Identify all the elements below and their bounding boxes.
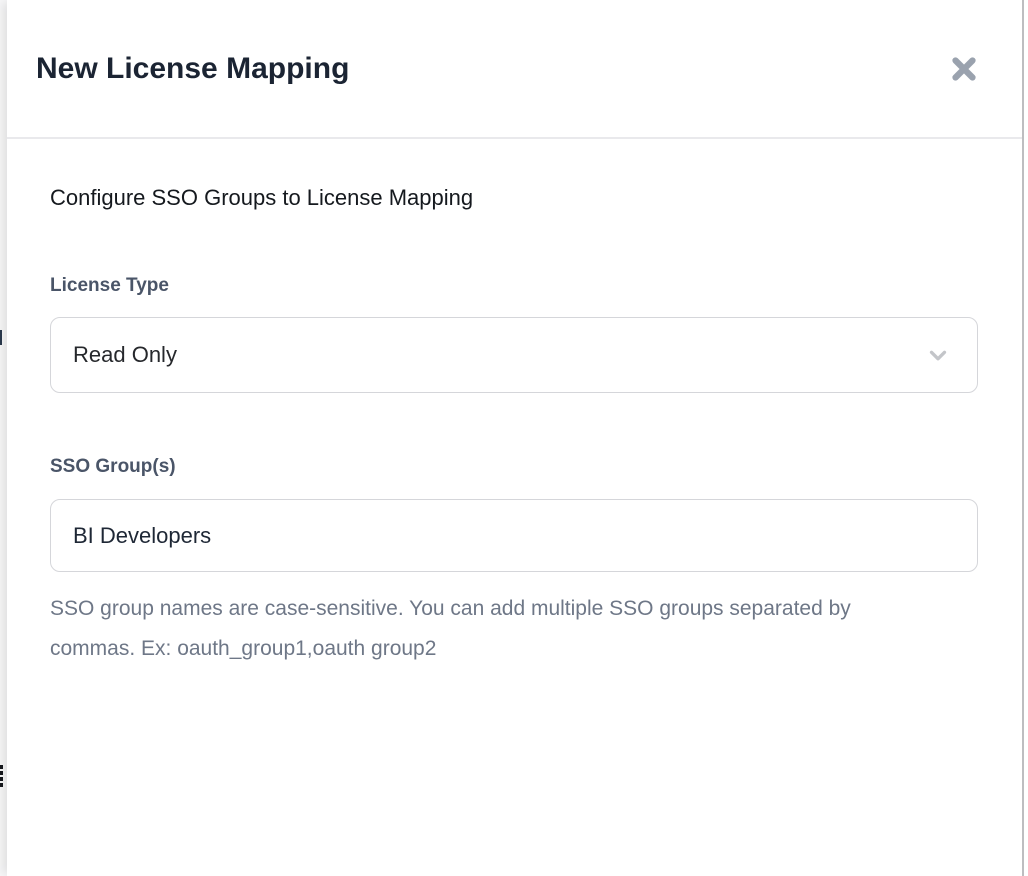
license-type-label: License Type xyxy=(50,275,978,297)
close-icon xyxy=(949,54,979,84)
chevron-down-icon xyxy=(925,342,951,368)
background-page-strip xyxy=(0,0,7,876)
license-type-select[interactable]: Read Only xyxy=(50,317,978,393)
right-gutter xyxy=(1024,0,1028,876)
clipped-text-fragment xyxy=(0,330,2,345)
modal-header: New License Mapping xyxy=(7,0,1022,139)
license-type-selected-value: Read Only xyxy=(73,342,177,368)
close-button[interactable] xyxy=(948,53,980,85)
clipped-list-icon xyxy=(0,765,3,787)
license-type-field: License Type Read Only xyxy=(50,275,978,393)
screen: New License Mapping Configure SSO Groups… xyxy=(0,0,1028,876)
sso-groups-help: SSO group names are case-sensitive. You … xyxy=(50,589,920,669)
modal-subtitle: Configure SSO Groups to License Mapping xyxy=(50,139,978,212)
new-license-mapping-modal: New License Mapping Configure SSO Groups… xyxy=(7,0,1022,876)
modal-body: Configure SSO Groups to License Mapping … xyxy=(7,139,1022,669)
modal-title: New License Mapping xyxy=(36,52,349,86)
sso-groups-label: SSO Group(s) xyxy=(50,456,978,478)
sso-groups-field: SSO Group(s) SSO group names are case-se… xyxy=(50,456,978,669)
sso-groups-input[interactable] xyxy=(50,499,978,572)
